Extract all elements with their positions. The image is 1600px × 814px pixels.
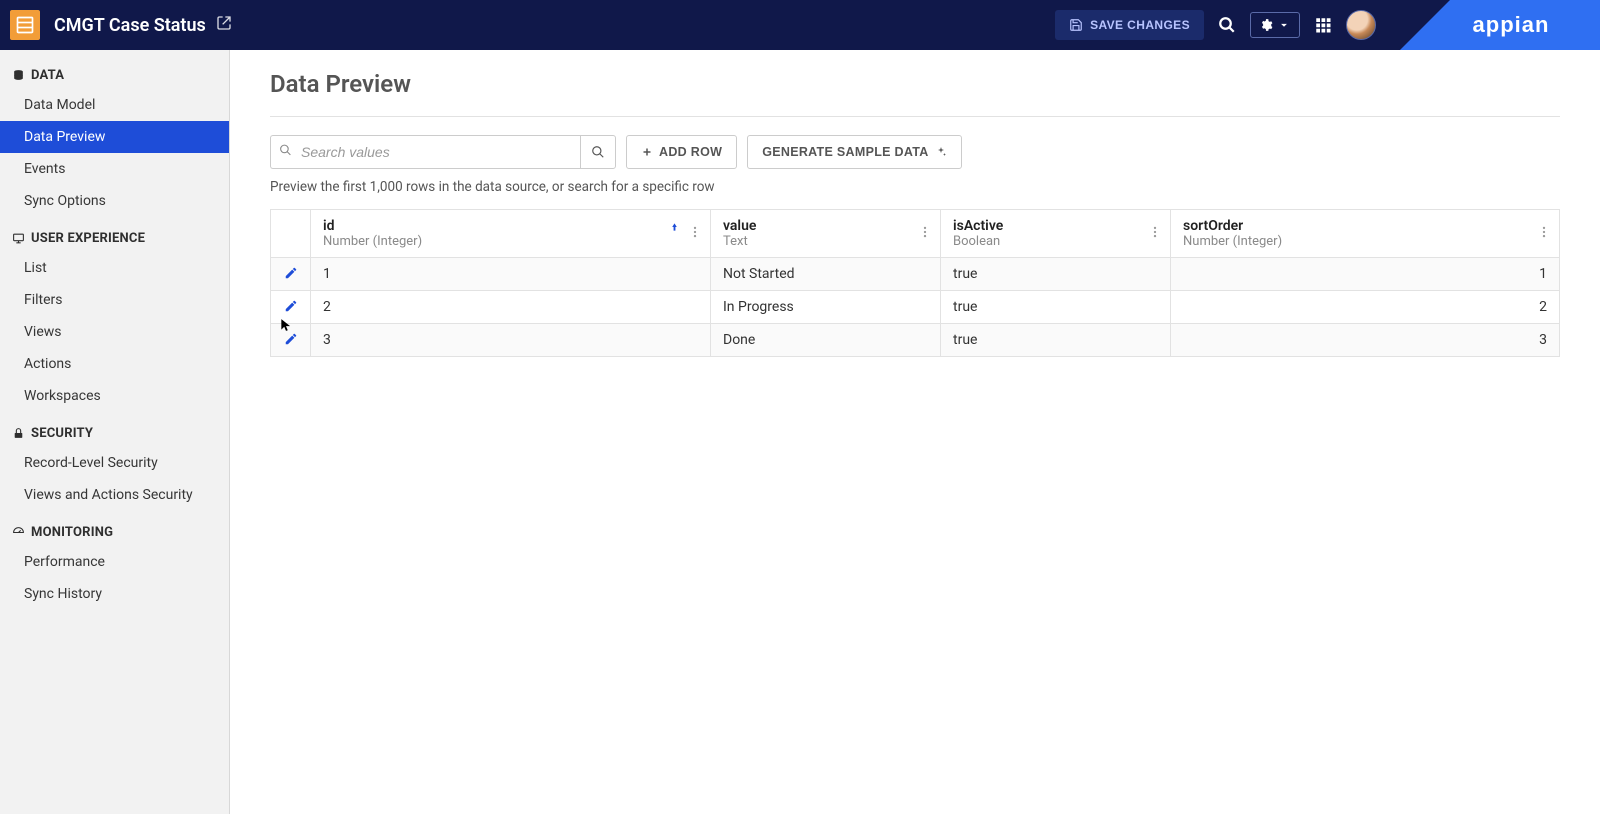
cell-id: 2 [311, 291, 711, 324]
column-menu-icon[interactable] [1537, 225, 1551, 243]
column-header-edit [271, 210, 311, 258]
search-wrap [270, 135, 616, 169]
cell-value: In Progress [711, 291, 941, 324]
save-changes-label: SAVE CHANGES [1090, 18, 1190, 32]
sidebar-item-filters[interactable]: Filters [0, 284, 229, 316]
search-input[interactable] [270, 135, 580, 169]
monitor-icon [12, 232, 25, 245]
sidebar-item-record-level-security[interactable]: Record-Level Security [0, 447, 229, 479]
gauge-icon [12, 526, 25, 539]
toolbar: ADD ROW GENERATE SAMPLE DATA [270, 135, 1560, 169]
data-preview-table: id Number (Integer) value Text isActive … [270, 209, 1560, 357]
table-row: 3 Done true 3 [271, 324, 1560, 357]
title-divider [270, 116, 1560, 117]
main-content: Data Preview ADD ROW GENERATE SAMPLE DAT… [230, 50, 1600, 814]
apps-grid-icon[interactable] [1314, 16, 1332, 34]
cell-value: Not Started [711, 258, 941, 291]
brand-wedge: appian [1400, 0, 1600, 50]
edit-row-icon[interactable] [283, 332, 298, 346]
sidebar-heading-data: DATA [0, 68, 229, 89]
column-menu-icon[interactable] [918, 225, 932, 243]
plus-icon [641, 146, 653, 158]
header-title-wrap: CMGT Case Status [54, 15, 232, 36]
brand-text: appian [1451, 12, 1550, 38]
sidebar-section-security: SECURITY Record-Level Security Views and… [0, 426, 229, 511]
record-type-icon [10, 10, 40, 40]
generate-sample-data-label: GENERATE SAMPLE DATA [762, 145, 928, 159]
edit-row-icon[interactable] [283, 299, 298, 313]
header-actions: SAVE CHANGES appian [1055, 0, 1600, 50]
table-row: 1 Not Started true 1 [271, 258, 1560, 291]
column-header-id[interactable]: id Number (Integer) [311, 210, 711, 258]
sidebar-section-ux: USER EXPERIENCE List Filters Views Actio… [0, 231, 229, 412]
avatar[interactable] [1346, 10, 1376, 40]
sidebar-section-data: DATA Data Model Data Preview Events Sync… [0, 68, 229, 217]
sidebar-item-sync-history[interactable]: Sync History [0, 578, 229, 610]
cell-isactive: true [941, 324, 1171, 357]
add-row-label: ADD ROW [659, 145, 722, 159]
sort-asc-icon [669, 220, 680, 238]
sidebar-item-actions[interactable]: Actions [0, 348, 229, 380]
settings-menu[interactable] [1250, 12, 1300, 38]
column-header-isactive[interactable]: isActive Boolean [941, 210, 1171, 258]
helper-text: Preview the first 1,000 rows in the data… [270, 179, 1560, 195]
cell-value: Done [711, 324, 941, 357]
sidebar-item-performance[interactable]: Performance [0, 546, 229, 578]
sidebar-section-monitoring: MONITORING Performance Sync History [0, 525, 229, 610]
cell-id: 1 [311, 258, 711, 291]
column-header-value[interactable]: value Text [711, 210, 941, 258]
sidebar-heading-ux: USER EXPERIENCE [0, 231, 229, 252]
open-external-icon[interactable] [216, 15, 232, 35]
cell-sortorder: 1 [1171, 258, 1560, 291]
column-menu-icon[interactable] [1148, 225, 1162, 243]
sidebar-item-list[interactable]: List [0, 252, 229, 284]
header-title: CMGT Case Status [54, 15, 206, 36]
sidebar-item-data-preview[interactable]: Data Preview [0, 121, 229, 153]
cell-isactive: true [941, 291, 1171, 324]
sidebar: DATA Data Model Data Preview Events Sync… [0, 50, 230, 814]
sidebar-item-workspaces[interactable]: Workspaces [0, 380, 229, 412]
sidebar-item-sync-options[interactable]: Sync Options [0, 185, 229, 217]
sidebar-item-events[interactable]: Events [0, 153, 229, 185]
generate-sample-data-button[interactable]: GENERATE SAMPLE DATA [747, 135, 961, 169]
search-inline-icon [279, 144, 292, 161]
page-title: Data Preview [270, 70, 1560, 98]
column-menu-icon[interactable] [688, 225, 702, 243]
column-header-sortorder[interactable]: sortOrder Number (Integer) [1171, 210, 1560, 258]
lock-icon [12, 427, 25, 440]
sidebar-item-data-model[interactable]: Data Model [0, 89, 229, 121]
chevron-down-icon [1277, 18, 1291, 32]
search-icon[interactable] [1218, 16, 1236, 34]
edit-row-icon[interactable] [283, 266, 298, 280]
sidebar-item-views[interactable]: Views [0, 316, 229, 348]
sparkle-icon [935, 146, 947, 158]
gear-icon [1259, 18, 1273, 32]
save-changes-button[interactable]: SAVE CHANGES [1055, 10, 1204, 40]
table-row: 2 In Progress true 2 [271, 291, 1560, 324]
add-row-button[interactable]: ADD ROW [626, 135, 737, 169]
sidebar-heading-monitoring: MONITORING [0, 525, 229, 546]
cell-isactive: true [941, 258, 1171, 291]
search-icon [591, 145, 605, 159]
sidebar-heading-security: SECURITY [0, 426, 229, 447]
cell-sortorder: 2 [1171, 291, 1560, 324]
cell-id: 3 [311, 324, 711, 357]
database-icon [12, 69, 25, 82]
sidebar-item-views-actions-security[interactable]: Views and Actions Security [0, 479, 229, 511]
app-header: CMGT Case Status SAVE CHANGES [0, 0, 1600, 50]
search-submit-button[interactable] [580, 135, 616, 169]
cell-sortorder: 3 [1171, 324, 1560, 357]
